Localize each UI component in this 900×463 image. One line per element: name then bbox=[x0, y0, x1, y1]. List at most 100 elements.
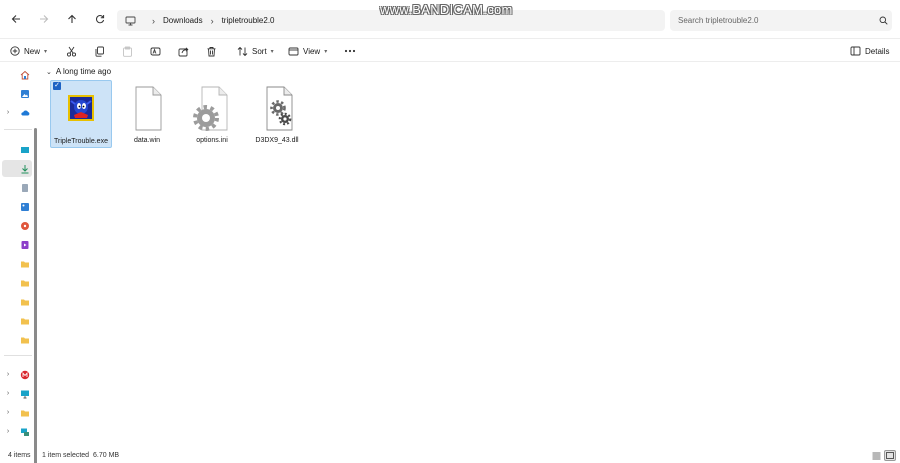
home-icon bbox=[20, 70, 30, 79]
nav-item-network[interactable]: › bbox=[2, 423, 32, 440]
forward-button[interactable] bbox=[34, 9, 54, 29]
nav-item-onedrive[interactable]: › bbox=[2, 104, 32, 121]
network-icon bbox=[21, 428, 29, 436]
paste-button[interactable] bbox=[122, 43, 133, 59]
chevron-right-icon[interactable]: › bbox=[2, 109, 14, 116]
sort-label: Sort bbox=[252, 46, 267, 56]
file-tile-options-ini[interactable]: options.ini bbox=[181, 80, 243, 148]
nav-item-folder-4[interactable] bbox=[2, 312, 32, 329]
chevron-down-icon: ▾ bbox=[44, 48, 48, 55]
file-name: D3DX9_43.dll bbox=[255, 137, 299, 144]
navigation-pane: › › › › › bbox=[0, 62, 38, 463]
mega-icon bbox=[20, 370, 30, 379]
file-list-area: ⌄ A long time ago ✓ TripleTrouble.exe da… bbox=[40, 62, 900, 447]
nav-item-folder-3[interactable] bbox=[2, 293, 32, 310]
file-tile-d3dx9-dll[interactable]: D3DX9_43.dll bbox=[246, 80, 308, 148]
breadcrumb-item-downloads[interactable]: Downloads bbox=[163, 16, 203, 25]
file-name: TripleTrouble.exe bbox=[54, 138, 108, 145]
more-options-button[interactable] bbox=[344, 43, 356, 59]
nav-item-folder-6[interactable]: › bbox=[2, 404, 32, 421]
settings-file-icon bbox=[190, 83, 234, 133]
new-button[interactable]: New ▾ bbox=[10, 43, 47, 59]
view-button[interactable]: View ▾ bbox=[288, 43, 327, 59]
command-bar: New ▾ Sort ▾ View ▾ Details bbox=[0, 38, 900, 62]
cloud-icon bbox=[21, 109, 30, 115]
item-count: 4 items bbox=[8, 451, 31, 459]
folder-icon bbox=[21, 318, 29, 324]
group-header[interactable]: ⌄ A long time ago bbox=[46, 67, 111, 76]
search-input[interactable]: Search tripletrouble2.0 bbox=[670, 10, 892, 31]
details-view-button[interactable] bbox=[870, 450, 882, 461]
chevron-right-icon: › bbox=[210, 15, 214, 26]
nav-item-music[interactable] bbox=[2, 217, 32, 234]
nav-item-downloads[interactable] bbox=[2, 160, 32, 177]
chevron-down-icon: ⌄ bbox=[46, 68, 52, 76]
folder-icon bbox=[21, 410, 29, 416]
arrow-left-icon bbox=[11, 15, 20, 23]
up-button[interactable] bbox=[62, 9, 82, 29]
selection-count: 1 item selected bbox=[42, 451, 90, 459]
chevron-down-icon: ▾ bbox=[270, 48, 274, 55]
share-icon bbox=[178, 46, 189, 56]
refresh-icon bbox=[96, 15, 105, 24]
file-name: options.ini bbox=[196, 137, 228, 144]
chevron-right-icon[interactable]: › bbox=[2, 409, 14, 416]
details-pane-icon bbox=[850, 46, 861, 56]
nav-item-folder-5[interactable] bbox=[2, 331, 32, 348]
trash-icon bbox=[207, 46, 216, 56]
nav-item-pictures[interactable] bbox=[2, 198, 32, 215]
file-tile-tripletrouble-exe[interactable]: ✓ TripleTrouble.exe bbox=[50, 80, 112, 148]
desktop-icon bbox=[21, 146, 29, 153]
ellipsis-icon bbox=[344, 49, 356, 53]
bandicam-watermark: www.BANDICAM.com bbox=[380, 2, 513, 17]
search-placeholder: Search tripletrouble2.0 bbox=[678, 16, 759, 25]
chevron-right-icon[interactable]: › bbox=[2, 371, 14, 378]
arrow-up-icon bbox=[68, 14, 76, 23]
gallery-icon bbox=[21, 89, 29, 98]
search-icon[interactable] bbox=[874, 16, 892, 25]
blank-file-icon bbox=[125, 83, 169, 133]
gear-file-icon bbox=[255, 83, 299, 133]
nav-item-mega[interactable]: › bbox=[2, 366, 32, 383]
nav-item-gallery[interactable] bbox=[2, 85, 32, 102]
sort-button[interactable]: Sort ▾ bbox=[237, 43, 274, 59]
view-label: View bbox=[303, 46, 321, 56]
delete-button[interactable] bbox=[206, 43, 217, 59]
large-icons-view-button[interactable] bbox=[884, 450, 896, 461]
music-icon bbox=[21, 221, 29, 230]
scissors-icon bbox=[66, 46, 77, 57]
computer-icon bbox=[21, 390, 29, 398]
folder-icon bbox=[21, 261, 29, 267]
plus-circle-icon bbox=[10, 46, 20, 56]
selection-size: 6.70 MB bbox=[93, 451, 120, 459]
nav-item-home[interactable] bbox=[2, 66, 32, 83]
nav-divider bbox=[4, 355, 32, 356]
nav-item-desktop[interactable] bbox=[2, 141, 32, 158]
nav-item-this-pc[interactable]: › bbox=[2, 385, 32, 402]
view-layout-icon bbox=[288, 47, 299, 55]
file-tile-data-win[interactable]: data.win bbox=[116, 80, 178, 148]
rename-button[interactable] bbox=[150, 43, 161, 59]
nav-item-folder-1[interactable] bbox=[2, 255, 32, 272]
breadcrumb-item-current-folder[interactable]: tripletrouble2.0 bbox=[222, 16, 275, 25]
app-icon bbox=[59, 84, 103, 134]
sort-icon bbox=[237, 46, 248, 56]
details-pane-button[interactable]: Details bbox=[850, 43, 889, 59]
this-pc-icon bbox=[125, 16, 136, 26]
file-name: data.win bbox=[133, 137, 161, 144]
navigation-scrollbar[interactable] bbox=[34, 128, 37, 463]
list-view-icon bbox=[872, 452, 880, 459]
nav-item-folder-2[interactable] bbox=[2, 274, 32, 291]
nav-item-documents[interactable] bbox=[2, 179, 32, 196]
back-button[interactable] bbox=[6, 9, 26, 29]
nav-item-videos[interactable] bbox=[2, 236, 32, 253]
copy-button[interactable] bbox=[94, 43, 105, 59]
chevron-down-icon: ▾ bbox=[324, 48, 328, 55]
cut-button[interactable] bbox=[66, 43, 77, 59]
share-button[interactable] bbox=[178, 43, 189, 59]
refresh-button[interactable] bbox=[90, 9, 110, 29]
address-bar-row: › Downloads › tripletrouble2.0 Search tr… bbox=[0, 0, 900, 38]
chevron-right-icon[interactable]: › bbox=[2, 428, 14, 435]
folder-icon bbox=[21, 280, 29, 286]
chevron-right-icon[interactable]: › bbox=[2, 390, 14, 397]
